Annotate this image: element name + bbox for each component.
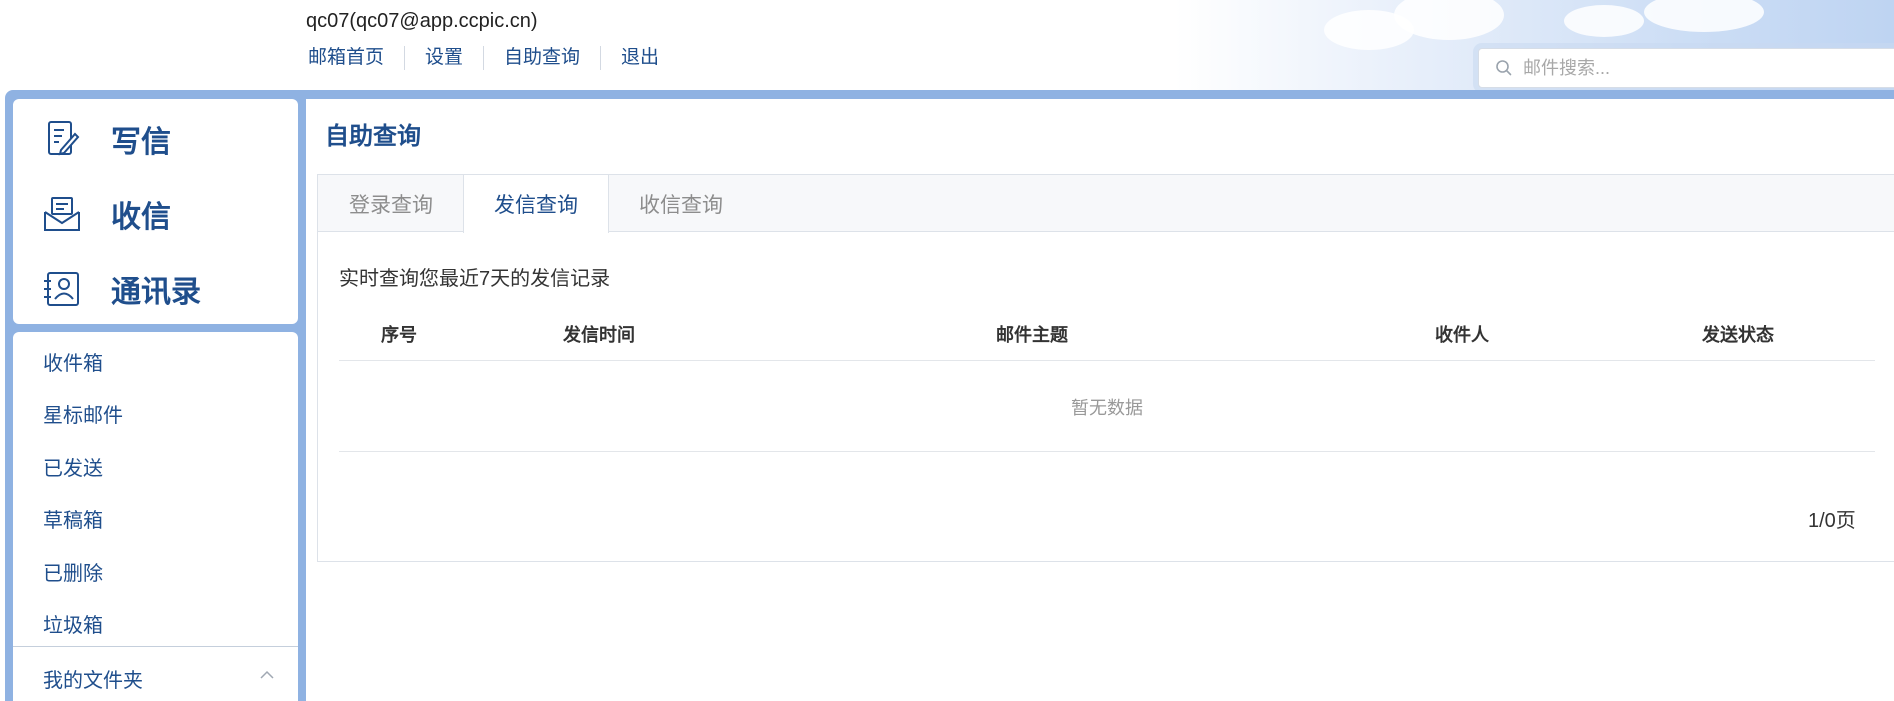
column-status: 发送状态 [1702, 325, 1774, 345]
query-description: 实时查询您最近7天的发信记录 [339, 268, 611, 290]
column-recipient: 收件人 [1435, 325, 1489, 345]
column-subject: 邮件主题 [996, 325, 1068, 345]
query-card: 登录查询 发信查询 收信查询 实时查询您最近7天的发信记录 序号 发信时间 邮件… [317, 174, 1894, 562]
column-index: 序号 [381, 325, 417, 345]
nav-settings[interactable]: 设置 [404, 46, 483, 70]
receive-label: 收信 [111, 201, 171, 234]
pagination: 1/0页 [1808, 510, 1856, 532]
compose-label: 写信 [111, 126, 171, 159]
inbox-tray-icon [41, 193, 83, 235]
query-tabs: 登录查询 发信查询 收信查询 [318, 175, 1894, 233]
compose-icon [41, 118, 83, 160]
folder-deleted[interactable]: 已删除 [43, 557, 103, 586]
tab-login-query[interactable]: 登录查询 [318, 175, 464, 232]
contacts-label: 通讯录 [111, 276, 201, 309]
contacts-icon [41, 268, 83, 310]
nav-logout[interactable]: 退出 [600, 46, 679, 70]
nav-mailbox-home[interactable]: 邮箱首页 [306, 46, 404, 70]
mail-search-input[interactable] [1523, 57, 1863, 79]
account-label: qc07(qc07@app.ccpic.cn) [306, 10, 538, 32]
nav-self-service[interactable]: 自助查询 [483, 46, 600, 70]
search-icon [1496, 60, 1512, 76]
receive-button[interactable]: 收信 [13, 183, 298, 245]
content-area: 自助查询 登录查询 发信查询 收信查询 实时查询您最近7天的发信记录 序号 发信… [306, 99, 1894, 701]
contacts-button[interactable]: 通讯录 [13, 258, 298, 320]
page-title: 自助查询 [325, 123, 421, 150]
folder-sent[interactable]: 已发送 [43, 452, 103, 481]
chevron-up-icon[interactable] [258, 666, 276, 684]
tab-send-query[interactable]: 发信查询 [463, 175, 609, 233]
folder-spam[interactable]: 垃圾箱 [43, 609, 103, 638]
folder-inbox[interactable]: 收件箱 [43, 347, 103, 376]
column-send-time: 发信时间 [563, 325, 635, 345]
top-nav: 邮箱首页 设置 自助查询 退出 [306, 46, 679, 70]
folder-starred[interactable]: 星标邮件 [43, 399, 123, 428]
table-empty-row: 暂无数据 [339, 362, 1875, 452]
my-folders-toggle[interactable]: 我的文件夹 [43, 664, 143, 693]
table-header: 序号 发信时间 邮件主题 收件人 发送状态 [339, 303, 1875, 361]
mail-search-box[interactable] [1478, 48, 1894, 88]
folder-drafts[interactable]: 草稿箱 [43, 504, 103, 533]
compose-button[interactable]: 写信 [13, 108, 298, 170]
empty-text: 暂无数据 [1071, 398, 1143, 418]
quick-actions-panel: 写信 收信 通讯录 [13, 99, 298, 324]
folder-panel: 收件箱 星标邮件 已发送 草稿箱 已删除 垃圾箱 我的文件夹 [13, 332, 298, 701]
folder-divider [13, 646, 298, 647]
tab-receive-query[interactable]: 收信查询 [608, 175, 754, 232]
